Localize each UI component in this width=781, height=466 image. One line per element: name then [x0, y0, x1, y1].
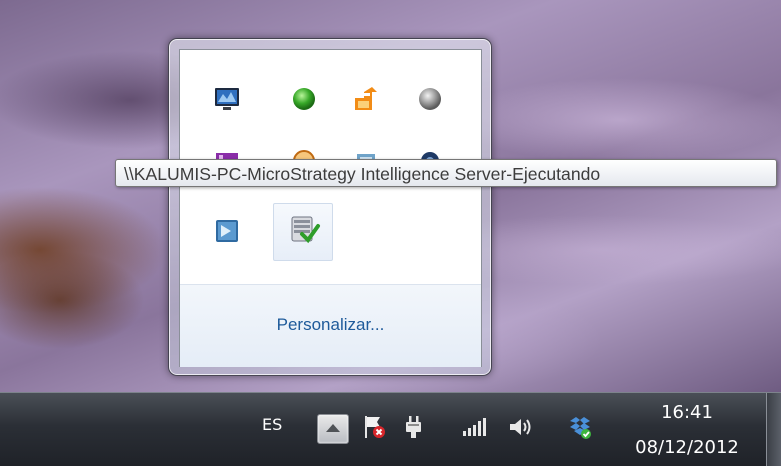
chevron-up-icon: [326, 424, 340, 432]
orange-update-icon[interactable]: [351, 84, 381, 114]
tray-icon-tooltip: \\KALUMIS-PC-MicroStrategy Intelligence …: [115, 159, 777, 187]
clock-time: 16:41: [661, 402, 713, 423]
action-center-flag-error-icon[interactable]: [360, 413, 388, 441]
green-status-icon[interactable]: [289, 84, 319, 114]
volume-icon[interactable]: [506, 413, 534, 441]
language-indicator[interactable]: ES: [262, 415, 282, 434]
system-clock[interactable]: 16:41 08/12/2012: [625, 401, 749, 461]
dropbox-icon[interactable]: [566, 413, 594, 441]
popup-content: Personalizar...: [179, 49, 482, 367]
popup-footer: Personalizar...: [180, 284, 481, 367]
network-signal-icon[interactable]: [460, 413, 488, 441]
microstrategy-server-icon[interactable]: [273, 203, 333, 261]
notification-overflow-popup: Personalizar...: [168, 38, 492, 376]
customize-link[interactable]: Personalizar...: [180, 315, 481, 335]
gray-status-icon[interactable]: [415, 84, 445, 114]
clock-date: 08/12/2012: [635, 437, 739, 458]
show-desktop-button[interactable]: [766, 393, 781, 466]
power-plug-icon[interactable]: [400, 413, 428, 441]
terminal-app-icon[interactable]: [212, 216, 242, 246]
monitor-app-icon[interactable]: [212, 84, 242, 114]
taskbar: ES 16:41 08/12/2012: [0, 392, 781, 466]
show-hidden-icons-button[interactable]: [317, 414, 349, 444]
